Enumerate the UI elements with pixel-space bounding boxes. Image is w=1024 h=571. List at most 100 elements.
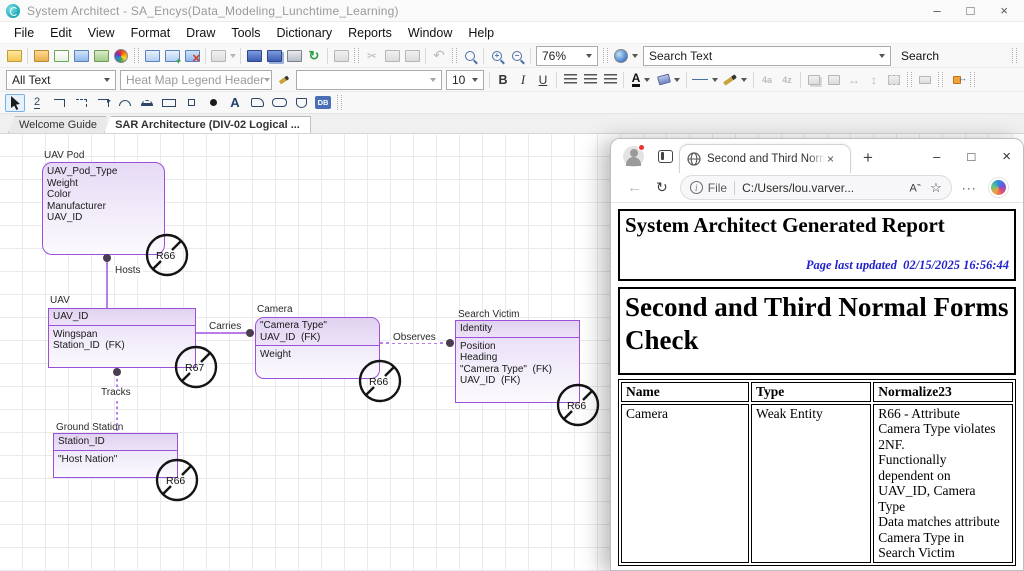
text-style-combo[interactable]: All Text xyxy=(6,69,116,90)
menu-tools[interactable]: Tools xyxy=(223,24,268,42)
named-style-combo[interactable]: Heat Map Legend Header xyxy=(120,69,272,90)
menu-edit[interactable]: Edit xyxy=(42,24,80,42)
entity-uav-pod[interactable]: UAV_Pod_Type Weight Color Manufacturer U… xyxy=(42,162,165,255)
toolbar-grip[interactable] xyxy=(938,72,943,87)
font-color-icon[interactable]: A xyxy=(628,71,654,89)
align-shapes-icon[interactable] xyxy=(916,71,934,89)
open-encyclopedia-icon[interactable] xyxy=(5,47,23,65)
toolbar-grip[interactable] xyxy=(337,95,342,110)
fill-color-icon[interactable] xyxy=(656,71,682,89)
toolbar-grip[interactable] xyxy=(134,48,139,63)
zoom-level-combo[interactable]: 76% xyxy=(536,45,598,66)
toolbar-grip[interactable] xyxy=(907,72,912,87)
relationship-label-observes[interactable]: Observes xyxy=(391,332,438,343)
zoom-region-icon[interactable] xyxy=(461,47,479,65)
browser-minimize-button[interactable]: – xyxy=(933,149,940,164)
entity-uav[interactable]: UAV_ID Wingspan Station_ID (FK) xyxy=(48,308,196,368)
arc-tool[interactable] xyxy=(115,94,135,112)
menu-draw[interactable]: Draw xyxy=(178,24,223,42)
entity-search-victim[interactable]: Identity Position Heading "Camera Type" … xyxy=(455,320,580,403)
elbow-connector-tool[interactable]: ▸ xyxy=(93,94,113,112)
same-height-icon[interactable]: ↕ xyxy=(865,71,883,89)
auto-layout-icon[interactable]: ↔ xyxy=(948,71,967,89)
new-tab-button[interactable]: + xyxy=(863,148,873,168)
bold-button[interactable]: B xyxy=(494,71,512,89)
group-icon[interactable] xyxy=(805,71,823,89)
toolbar-grip[interactable] xyxy=(603,48,608,63)
refresh-button[interactable]: ↻ xyxy=(656,179,668,196)
underline-button[interactable]: U xyxy=(534,71,552,89)
sort-ascending-icon[interactable]: 4a xyxy=(758,71,776,89)
entity-ground-station[interactable]: Station_ID "Host Nation" xyxy=(53,433,178,478)
menu-dictionary[interactable]: Dictionary xyxy=(269,24,341,42)
print-icon[interactable] xyxy=(285,47,303,65)
relationship-label-carries[interactable]: Carries xyxy=(207,321,244,332)
read-aloud-icon[interactable]: A⌁ xyxy=(910,181,922,195)
copy-icon[interactable] xyxy=(383,47,401,65)
search-button[interactable]: Search xyxy=(893,47,947,65)
save-all-icon[interactable] xyxy=(265,47,283,65)
browse-definitions-icon[interactable] xyxy=(32,47,50,65)
relationship-label-hosts[interactable]: Hosts xyxy=(113,265,143,276)
align-left-icon[interactable] xyxy=(561,71,579,89)
square-tool[interactable] xyxy=(181,94,201,112)
menu-window[interactable]: Window xyxy=(400,24,460,42)
tab-close-icon[interactable]: × xyxy=(827,152,834,166)
entity-camera[interactable]: "Camera Type" UAV_ID (FK) Weight xyxy=(255,317,380,379)
open-diagram-icon[interactable] xyxy=(72,47,90,65)
web-browser-icon[interactable] xyxy=(612,47,640,65)
menu-reports[interactable]: Reports xyxy=(340,24,400,42)
menu-help[interactable]: Help xyxy=(460,24,502,42)
select-tool[interactable] xyxy=(5,93,25,112)
note-tool[interactable] xyxy=(247,94,267,112)
menu-file[interactable]: File xyxy=(6,24,42,42)
delete-diagram-icon[interactable]: ✕ xyxy=(183,47,201,65)
browser-close-button[interactable]: × xyxy=(1002,148,1011,165)
sa-close-button[interactable]: × xyxy=(1000,3,1008,18)
font-combo[interactable] xyxy=(296,69,442,90)
settings-more-icon[interactable]: ··· xyxy=(962,181,977,195)
zoom-in-icon[interactable]: + xyxy=(488,47,506,65)
browse-diagrams-icon[interactable] xyxy=(92,47,110,65)
link-definition-icon[interactable] xyxy=(332,47,350,65)
browser-maximize-button[interactable]: □ xyxy=(967,149,975,164)
back-button[interactable]: ← xyxy=(627,179,642,196)
dot-tool[interactable] xyxy=(203,94,223,112)
browser-tab[interactable]: Second and Third Normal × xyxy=(679,144,851,173)
font-size-combo[interactable]: 10 xyxy=(446,69,484,90)
toolbar-grip[interactable] xyxy=(1012,48,1017,63)
snap-grid-icon[interactable] xyxy=(885,71,903,89)
associate-icon[interactable] xyxy=(825,71,843,89)
address-bar[interactable]: i File C:/Users/lou.varver... A⌁ ☆ xyxy=(679,175,952,200)
refresh-icon[interactable]: ↻ xyxy=(305,47,323,65)
workspaces-icon[interactable] xyxy=(658,149,673,163)
align-center-icon[interactable] xyxy=(581,71,599,89)
zoom-out-icon[interactable]: − xyxy=(508,47,526,65)
toolbar-grip[interactable] xyxy=(970,72,975,87)
edit-definition-icon[interactable] xyxy=(52,47,70,65)
copilot-icon[interactable] xyxy=(988,178,1008,197)
color-wheel-icon[interactable] xyxy=(112,47,130,65)
style-brush-icon[interactable] xyxy=(275,71,293,89)
line-color-icon[interactable] xyxy=(721,71,749,89)
page-info-icon[interactable]: i xyxy=(689,181,703,194)
align-right-icon[interactable] xyxy=(601,71,619,89)
arc-dashed-tool[interactable] xyxy=(137,94,157,112)
menu-view[interactable]: View xyxy=(80,24,123,42)
rectangle-tool[interactable] xyxy=(159,94,179,112)
save-icon[interactable] xyxy=(245,47,263,65)
line-style-icon[interactable] xyxy=(691,71,719,89)
toolbar-grip[interactable] xyxy=(452,48,457,63)
same-width-icon[interactable]: ↔ xyxy=(845,71,863,89)
undo-icon[interactable]: ↶ xyxy=(430,47,448,65)
new-diagram-icon[interactable] xyxy=(143,47,161,65)
tab-welcome-guide[interactable]: Welcome Guide xyxy=(8,116,108,133)
database-entity-tool[interactable]: DB xyxy=(313,94,333,112)
italic-button[interactable]: I xyxy=(514,71,532,89)
menu-format[interactable]: Format xyxy=(123,24,179,42)
sa-minimize-button[interactable]: – xyxy=(933,3,940,18)
two-point-line-tool[interactable]: 2 xyxy=(27,94,47,112)
publish-icon[interactable] xyxy=(210,47,236,65)
paste-icon[interactable] xyxy=(403,47,421,65)
tab-sar-architecture[interactable]: SAR Architecture (DIV-02 Logical ... xyxy=(104,116,311,133)
